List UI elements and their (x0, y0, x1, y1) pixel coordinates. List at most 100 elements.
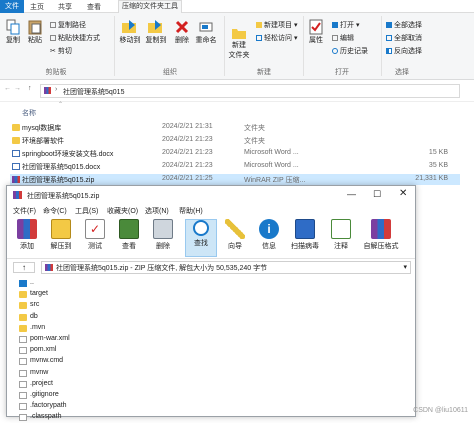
scan-virus-button[interactable]: 扫描病毒 (287, 219, 323, 251)
menu-file[interactable]: 文件(F) (13, 206, 36, 216)
archive-item[interactable]: .classpath (19, 412, 219, 423)
properties-label: 属性 (309, 37, 323, 44)
file-row[interactable]: mysql数据库 2024/2/21 21:31 文件夹 (10, 122, 460, 133)
tab-file[interactable]: 文件 (0, 0, 24, 13)
properties-button[interactable]: 属性 (306, 19, 326, 45)
menu-commands[interactable]: 命令(C) (43, 206, 67, 216)
archive-item[interactable]: .factorypath (19, 401, 219, 412)
copy-to-button[interactable]: 复制到 (144, 19, 168, 45)
zip-folder-icon (44, 87, 51, 94)
archive-item[interactable]: mvnw.cmd (19, 356, 219, 367)
archive-item-name: mvnw (30, 368, 49, 376)
edit-button[interactable]: 编辑 (332, 33, 354, 43)
new-folder-button[interactable]: 新建 文件夹 (226, 19, 252, 67)
tab-compressed-folder-tools[interactable]: 压缩的文件夹工具 (118, 0, 182, 13)
open-label: 打开 (340, 22, 354, 29)
paste-button[interactable]: 粘贴 (26, 19, 44, 45)
winrar-delete-button[interactable]: 删除 (147, 219, 179, 251)
add-button[interactable]: 添加 (11, 219, 43, 251)
file-type: Microsoft Word ... (244, 162, 299, 169)
path-dropdown-icon[interactable]: ▾ (403, 263, 407, 271)
find-label: 查找 (194, 240, 208, 247)
sort-caret-icon: ⌃ (58, 102, 64, 108)
history-button[interactable]: 历史记录 (332, 46, 368, 56)
maximize-icon[interactable]: ☐ (373, 189, 381, 200)
archive-item-name: .mvn (30, 323, 46, 331)
comment-button[interactable]: 注释 (325, 219, 357, 251)
select-none-button[interactable]: 全部取消 (386, 33, 422, 43)
archive-item-name: mvnw.cmd (30, 357, 64, 365)
folder-icon (19, 302, 27, 310)
tab-view[interactable]: 查看 (87, 2, 101, 12)
back-arrow-icon[interactable]: ← (4, 85, 11, 92)
copy-path-icon (50, 22, 56, 29)
new-folder-icon (232, 29, 246, 39)
cut-button[interactable]: ✂ 剪切 (50, 46, 72, 56)
wizard-button[interactable]: 向导 (219, 219, 251, 251)
delete-button[interactable]: 删除 (172, 19, 192, 45)
archive-item-name: db (30, 312, 38, 320)
open-button[interactable]: 打开 ▾ (332, 20, 359, 30)
archive-item[interactable]: target (19, 289, 219, 300)
rename-button[interactable]: 重命名 (194, 19, 218, 45)
winrar-app-icon (13, 191, 22, 199)
file-row[interactable]: 社团管理系统5q015.docx 2024/2/21 21:23 Microsoft… (10, 161, 460, 172)
tab-home[interactable]: 主页 (30, 2, 44, 12)
file-row[interactable]: 环境部署软件 2024/2/21 21:23 文件夹 (10, 135, 460, 146)
archive-item[interactable]: db (19, 312, 219, 323)
archive-item[interactable]: pom.xml (19, 345, 219, 356)
file-row[interactable]: springboot环境安装文档.docx 2024/2/21 21:23 Micr… (10, 148, 460, 159)
info-button[interactable]: i 信息 (253, 219, 285, 251)
move-to-button[interactable]: 移动到 (118, 19, 142, 45)
extract-to-button[interactable]: 解压到 (45, 219, 77, 251)
file-date: 2024/2/21 21:25 (162, 175, 213, 182)
archive-item[interactable]: pom-war.xml (19, 334, 219, 345)
sfx-button[interactable]: 自解压格式 (359, 219, 403, 251)
address-bar[interactable]: › 社团管理系统5q015 (40, 84, 460, 98)
archive-item[interactable]: .project (19, 379, 219, 390)
column-header-name[interactable]: 名称 (22, 108, 36, 118)
folder-icon (19, 324, 27, 332)
up-one-level-icon[interactable]: ↑ (13, 262, 35, 273)
file-icon (19, 336, 27, 343)
archive-item[interactable]: mvnw (19, 368, 219, 379)
file-row[interactable]: 社团管理系统5q015.zip 2024/2/21 21:25 WinRAR ZIP… (10, 174, 460, 185)
up-arrow-icon[interactable]: ↑ (28, 85, 32, 92)
archive-item[interactable]: .. (19, 278, 219, 289)
move-to-label: 移动到 (119, 37, 141, 44)
easy-access-icon (256, 35, 262, 42)
winrar-path-box[interactable]: 社团管理系统5q015.zip - ZIP 压缩文件, 解包大小为 50,535… (41, 261, 411, 274)
new-item-button[interactable]: 新建项目 ▾ (256, 20, 297, 30)
menu-tools[interactable]: 工具(S) (75, 206, 98, 216)
breadcrumb-path[interactable]: 社团管理系统5q015 (63, 87, 124, 97)
paste-shortcut-button[interactable]: 粘贴快捷方式 (50, 33, 100, 43)
archive-item[interactable]: .mvn (19, 323, 219, 334)
watermark: CSDN @liu10611 (413, 407, 468, 414)
menu-help[interactable]: 帮助(H) (179, 206, 203, 216)
close-icon[interactable]: ✕ (399, 188, 407, 199)
info-icon: i (259, 219, 279, 239)
select-all-button[interactable]: 全部选择 (386, 20, 422, 30)
archive-item[interactable]: .gitignore (19, 390, 219, 401)
dropdown-arrow-icon: ▾ (292, 22, 298, 29)
minimize-icon[interactable]: — (347, 189, 356, 199)
add-label: 添加 (20, 243, 34, 250)
file-size: 21,331 KB (415, 175, 448, 182)
find-button[interactable]: 查找 (185, 219, 217, 257)
copy-button[interactable]: 复制 (4, 19, 22, 45)
address-bar-row: ← → ↑ › 社团管理系统5q015 (0, 80, 474, 102)
easy-access-button[interactable]: 轻松访问 ▾ (256, 33, 297, 43)
copy-path-button[interactable]: 复制路径 (50, 20, 86, 30)
copy-path-label: 复制路径 (58, 22, 86, 29)
menu-options[interactable]: 选项(N) (145, 206, 169, 216)
forward-arrow-icon[interactable]: → (14, 85, 21, 92)
view-button[interactable]: 查看 (113, 219, 145, 251)
wizard-wand-icon (225, 219, 245, 239)
invert-selection-button[interactable]: 反向选择 (386, 46, 422, 56)
test-button[interactable]: ✓ 测试 (79, 219, 111, 251)
file-date: 2024/2/21 21:23 (162, 162, 213, 169)
tab-share[interactable]: 共享 (58, 2, 72, 12)
winrar-path-row: ↑ 社团管理系统5q015.zip - ZIP 压缩文件, 解包大小为 50,5… (7, 259, 415, 276)
archive-item[interactable]: src (19, 300, 219, 311)
menu-favorites[interactable]: 收藏夹(O) (107, 206, 138, 216)
